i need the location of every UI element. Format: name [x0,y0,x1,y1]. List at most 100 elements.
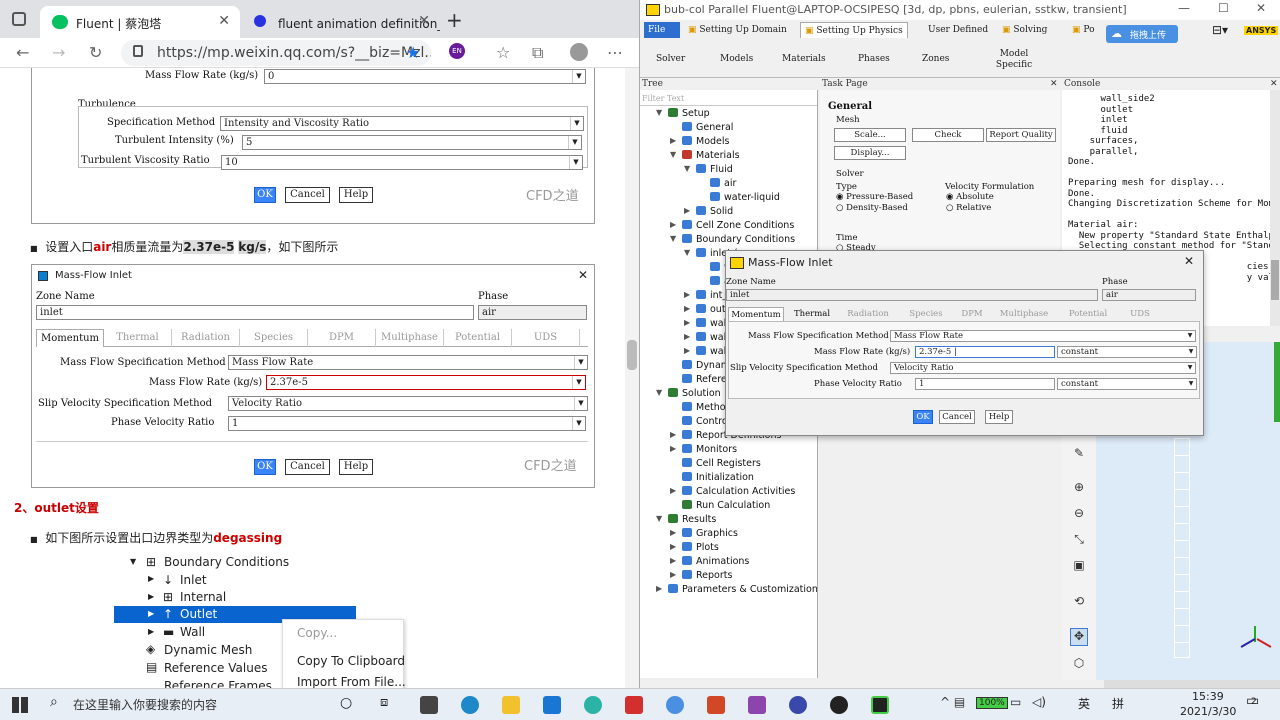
probe-icon[interactable]: ✎ [1070,446,1088,464]
pressure-based-radio[interactable]: ◉ Pressure-Based [836,192,913,202]
clock-date[interactable]: 2021/3/30 [1180,705,1236,718]
relative-radio[interactable]: ○ Relative [946,203,991,213]
eye-icon[interactable] [789,696,807,714]
tree-item[interactable]: ▼ Fluid [684,164,733,175]
tab-baidu[interactable]: fluent animation definition_百度 ✕ [242,6,440,38]
filter-input[interactable]: Filter Text [640,94,817,106]
tree-item[interactable]: ▼ Results [656,514,716,525]
materials-menu[interactable]: Materials [782,54,826,64]
maximize-icon[interactable]: ☐ [1218,1,1229,15]
tree-item[interactable]: Run Calculation [682,500,770,511]
zones-menu[interactable]: Zones [922,54,949,64]
tree-item[interactable]: ▶ Solid [684,206,733,217]
tab-species[interactable]: Species [898,307,954,321]
clock-time[interactable]: 15:39 [1192,690,1224,703]
tree-item[interactable]: ▼ Setup [656,108,710,119]
tree-item[interactable]: ▶ Calculation Activities [670,486,795,497]
search-icon[interactable]: ⌕ [50,694,58,710]
close-icon[interactable]: ✕ [418,13,430,29]
hscrollbar[interactable] [1104,680,1280,688]
tree-item[interactable]: ▼ Materials [670,150,740,161]
forward-icon[interactable]: → [52,43,65,62]
refresh-icon[interactable]: ↻ [89,43,102,62]
tree-item[interactable]: water-liquid [710,192,780,203]
layout-icon[interactable]: ⊟▾ [1212,23,1228,37]
more-icon[interactable]: ⋯ [607,43,623,62]
tab-file[interactable]: File [644,22,680,38]
cloud-upload-button[interactable]: ☁ 拖拽上传 [1106,25,1178,43]
tab-actions-icon[interactable] [12,12,26,26]
select-icon[interactable]: ✥ [1070,628,1088,646]
phase-velocity-method-select[interactable]: constant ▼ [1057,378,1197,390]
tree-item[interactable]: ▶ Graphics [670,528,738,539]
tree-item[interactable]: air [710,178,736,189]
app-icon[interactable] [748,696,766,714]
profile-badge[interactable]: EN [449,43,465,59]
mass-flow-method-select[interactable]: constant ▼ [1057,346,1197,358]
volume-icon[interactable]: ◁) [1032,695,1046,709]
tree-item[interactable]: Cell Registers [682,458,761,469]
tab-fluent[interactable]: Fluent | 蔡泡塔 ✕ [40,6,240,38]
scroll-thumb[interactable] [627,340,637,370]
tree-item[interactable]: ▶ Parameters & Customization [656,584,817,595]
app-icon[interactable] [584,696,602,714]
ok-button[interactable]: OK [913,410,933,424]
tab-setting-up-domain[interactable]: ▣ Setting Up Domain [684,22,791,38]
tree-item[interactable]: ▶ Plots [670,542,719,553]
spec-method-select[interactable]: Mass Flow Rate ▼ [890,330,1196,342]
model-specific-menu[interactable]: Model Specific [992,49,1036,71]
tree-item[interactable]: ▶ Monitors [670,444,737,455]
tree-item[interactable]: Initialization [682,472,754,483]
density-based-radio[interactable]: ○ Density-Based [836,203,908,213]
powerpoint-icon[interactable] [707,696,725,714]
tree-item[interactable]: ▶ Cell Zone Conditions [670,220,794,231]
tab-solving[interactable]: ▣ Solving [998,22,1051,38]
tab-dpm[interactable]: DPM [952,307,992,321]
folder-icon[interactable] [502,696,520,714]
tray-icons[interactable]: ^ ▤ [940,695,965,709]
view-icon[interactable]: ⟲ [1070,594,1088,612]
favorite-star-icon[interactable]: ★ [406,43,420,62]
mass-flow-rate-input[interactable]: 2.37e-5 | [915,346,1055,358]
tree-item[interactable]: ▶ Animations [670,556,749,567]
console-scrollbar[interactable] [1270,90,1280,326]
cancel-button[interactable]: Cancel [939,410,975,424]
back-icon[interactable]: ← [16,43,29,62]
close-icon[interactable]: ✕ [1050,79,1058,89]
slip-velocity-select[interactable]: Velocity Ratio ▼ [890,362,1196,374]
close-icon[interactable]: ✕ [1256,1,1266,15]
tree-item[interactable]: ▼ Solution [656,388,721,399]
store-icon[interactable] [420,696,438,714]
edge-icon[interactable] [461,696,479,714]
models-menu[interactable]: Models [720,54,753,64]
tab-radiation[interactable]: Radiation [840,307,896,321]
camera-icon[interactable]: ▣ [1070,558,1088,576]
mail-icon[interactable] [543,696,561,714]
page-scrollbar[interactable] [625,68,639,688]
task-view-icon[interactable]: ⧈ [380,695,388,710]
new-tab-icon[interactable]: + [446,8,463,32]
tab-uds[interactable]: UDS [1118,307,1162,321]
close-icon[interactable]: ✕ [1270,79,1278,89]
phases-menu[interactable]: Phases [858,54,890,64]
help-button[interactable]: Help [985,410,1013,424]
check-button[interactable]: Check [912,128,984,142]
zone-name-field[interactable]: inlet [726,289,1098,301]
display-button[interactable]: Display... [834,146,906,160]
transform-icon[interactable]: ⬡ [1070,656,1088,674]
tab-thermal[interactable]: Thermal [784,307,840,321]
close-icon[interactable]: ✕ [1184,254,1194,268]
windows-start-icon[interactable] [12,697,28,713]
scale-button[interactable]: Scale... [834,128,906,142]
cortana-icon[interactable]: ○ [340,695,352,711]
minimize-icon[interactable]: — [1178,1,1190,15]
zoom-in-icon[interactable]: ⊕ [1070,480,1088,498]
close-icon[interactable]: ✕ [218,13,230,29]
fluent-icon[interactable] [871,696,889,714]
tab-user-defined[interactable]: User Defined [924,22,992,38]
solver-menu[interactable]: Solver [656,54,685,64]
collections-icon[interactable]: ⧉ [532,43,543,63]
phase-velocity-input[interactable]: 1 [915,378,1055,390]
tab-momentum[interactable]: Momentum [728,307,784,321]
network-icon[interactable]: ▭ [1010,695,1021,709]
